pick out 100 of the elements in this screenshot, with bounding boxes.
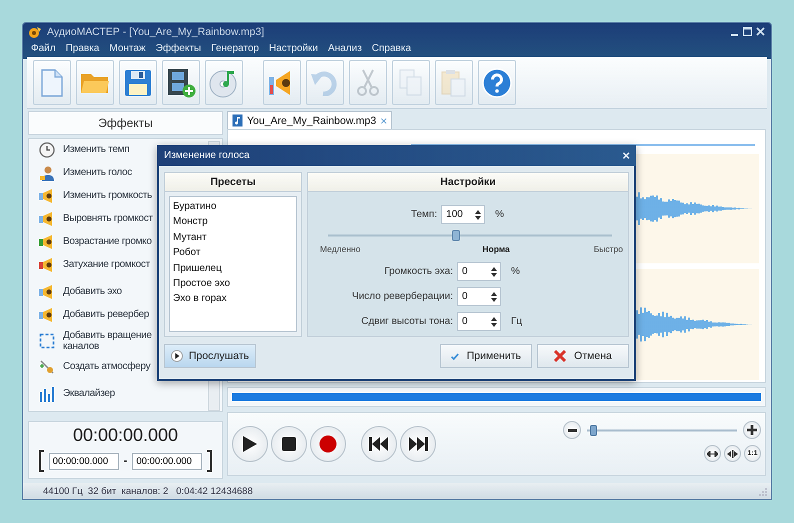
speaker-icon [39, 256, 55, 273]
panel-header: Эффекты [28, 111, 223, 135]
menu-item[interactable]: Файл [31, 43, 56, 54]
effect-item[interactable]: Затухание громкост [63, 259, 150, 270]
stop-button[interactable] [271, 426, 307, 462]
file-tab[interactable]: You_Are_My_Rainbow.mp3 × [227, 111, 392, 129]
unit-label: Гц [511, 316, 522, 327]
zoom-in-button[interactable] [743, 421, 761, 439]
status-text: 44100 Гц 32 бит каналов: 2 0:04:42 12434688 [43, 486, 253, 496]
speaker-icon [39, 188, 55, 204]
effect-item[interactable]: Добавить вращение каналов [63, 330, 152, 352]
slider-max-label: Быстро [594, 244, 623, 254]
overview-bar[interactable] [227, 387, 766, 407]
spin-arrows-icon[interactable] [491, 266, 497, 278]
window-title: АудиоМАСТЕР - [You_Are_My_Rainbow.mp3] [47, 26, 264, 38]
copy-icon [399, 68, 423, 96]
number-spinbox[interactable]: 0 [457, 312, 501, 331]
clipboard-icon [441, 68, 467, 96]
user-icon [39, 164, 55, 181]
minus-icon [568, 428, 576, 432]
rewind-button[interactable] [361, 426, 397, 462]
resize-grip-icon[interactable] [758, 486, 767, 496]
spin-arrows-icon[interactable] [491, 290, 497, 302]
preset-item[interactable]: Мутант [172, 230, 294, 244]
help-icon [482, 68, 512, 98]
menu-item[interactable]: Анализ [328, 43, 362, 54]
bracket-icon [207, 450, 212, 472]
effect-item[interactable]: Добавить эхо [63, 286, 122, 298]
time-display: 00:00:00.000 [72, 425, 178, 446]
toolbar-button[interactable] [162, 60, 200, 105]
listen-button[interactable]: Прослушать [164, 344, 256, 368]
end-time-field[interactable]: 00:00:00.000 [132, 452, 202, 470]
fit-width-button[interactable] [704, 445, 721, 462]
tab-label: You_Are_My_Rainbow.mp3 [247, 114, 376, 126]
effect-item[interactable]: Изменить голос [63, 167, 132, 178]
equalizer-icon [39, 386, 55, 402]
menu-item[interactable]: Настройки [268, 43, 318, 54]
play-button[interactable] [232, 426, 268, 462]
dialog-close-button[interactable]: × [622, 148, 630, 163]
spin-arrows-icon[interactable] [491, 316, 497, 328]
menu-item[interactable]: Правка [66, 43, 100, 54]
fit-selection-button[interactable] [724, 445, 741, 462]
skip-forward-icon [408, 437, 428, 451]
menu-item[interactable]: Генератор [211, 43, 259, 54]
effect-item[interactable]: Добавить ревербер [63, 309, 150, 320]
slider-thumb[interactable] [452, 230, 460, 241]
arrows-to-bar-icon [727, 450, 738, 458]
speaker-icon [39, 210, 55, 227]
clock-icon [39, 142, 55, 158]
close-icon[interactable] [756, 27, 765, 36]
preset-item[interactable]: Робот [172, 246, 294, 260]
effect-item[interactable]: Возрастание громко [63, 236, 152, 248]
check-icon [451, 350, 459, 362]
speaker-icon [39, 306, 55, 323]
preset-item[interactable]: Монстр [172, 215, 294, 229]
preset-item[interactable]: Эхо в горах [172, 292, 294, 306]
toolbar-button[interactable] [263, 60, 301, 105]
effect-item[interactable]: Изменить темп [63, 144, 130, 156]
effect-item[interactable]: Изменить громкость [63, 190, 152, 202]
panel-header: Пресеты [165, 173, 301, 192]
cross-icon [554, 350, 566, 362]
apply-button[interactable]: Применить [440, 344, 532, 368]
number-spinbox[interactable]: 0 [457, 287, 501, 306]
menu-item[interactable]: Эффекты [156, 43, 202, 54]
music-file-icon [232, 114, 243, 127]
disc-note-icon [209, 68, 239, 98]
unit-label: % [511, 266, 520, 277]
app-logo-icon [28, 24, 42, 38]
tempo-spinbox[interactable]: 100 [441, 205, 486, 224]
zoom-out-button[interactable] [563, 421, 581, 439]
preset-item[interactable]: Простое эхо [172, 277, 294, 290]
double-arrow-icon [707, 450, 718, 456]
skip-back-icon [369, 437, 389, 451]
field-label: Темп: [410, 209, 438, 220]
menu-item[interactable]: Справка [372, 43, 412, 54]
menu-item[interactable]: Монтаж [109, 43, 146, 54]
spin-arrows-icon[interactable] [475, 208, 482, 220]
plus-icon [747, 425, 757, 435]
effect-item[interactable]: Создать атмосферу [63, 361, 150, 372]
slider-thumb[interactable] [590, 424, 597, 436]
panel-header: Настройки [308, 173, 628, 192]
preset-item[interactable]: Пришелец [172, 262, 294, 276]
stop-icon [282, 437, 296, 451]
dashed-square-icon [39, 332, 55, 349]
effect-item[interactable]: Выровнять громкост [63, 213, 153, 224]
record-button[interactable] [310, 426, 346, 462]
maximize-icon[interactable] [743, 27, 752, 36]
range-separator: - [124, 455, 128, 468]
dialog-title: Изменение голоса [164, 150, 250, 161]
field-label: Число реверберации: [351, 291, 453, 302]
slider-min-label: Медленно [320, 244, 360, 254]
effect-item[interactable]: Эквалайзер [63, 388, 115, 400]
number-spinbox[interactable]: 0 [457, 262, 501, 281]
preset-item[interactable]: Буратино [172, 200, 294, 214]
speaker-icon [39, 234, 55, 250]
wand-icon [39, 358, 55, 375]
forward-button[interactable] [400, 426, 436, 462]
cancel-button[interactable]: Отмена [537, 344, 629, 368]
start-time-field[interactable]: 00:00:00.000 [48, 452, 119, 470]
speaker-icon [39, 284, 55, 300]
